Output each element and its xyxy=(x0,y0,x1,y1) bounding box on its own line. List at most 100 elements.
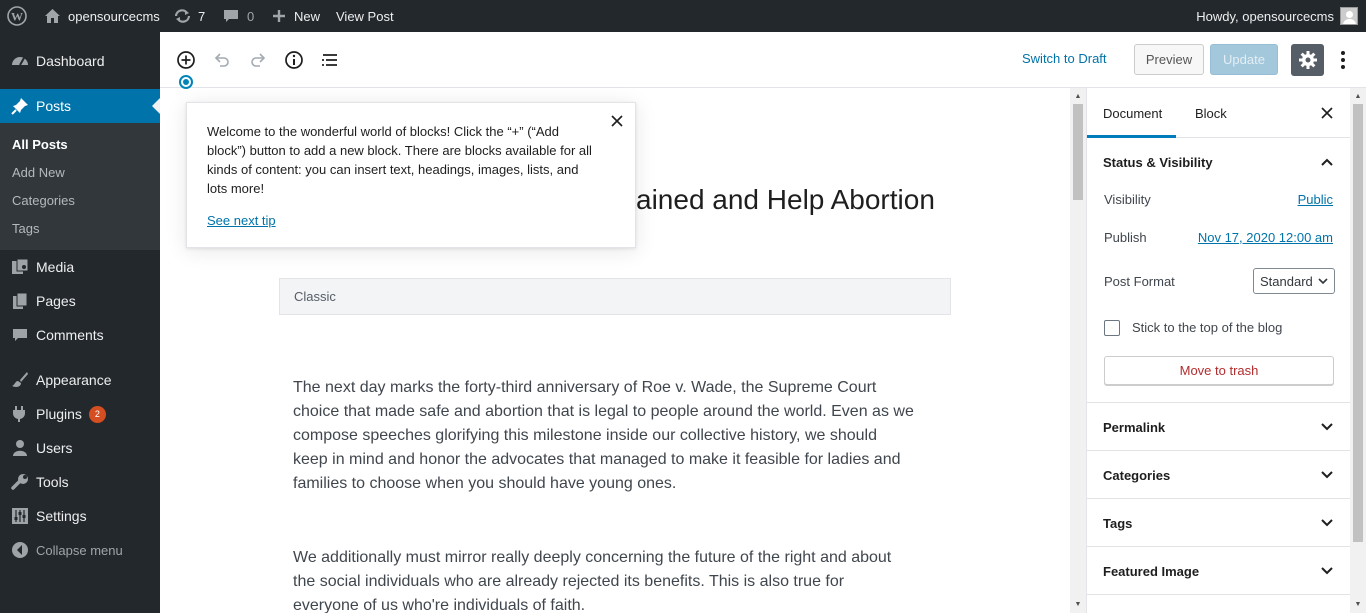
menu-comments-label: Comments xyxy=(36,327,104,343)
see-next-tip-link[interactable]: See next tip xyxy=(207,213,276,228)
updates-icon xyxy=(173,8,192,24)
menu-media[interactable]: Media xyxy=(0,250,160,284)
tip-line: Welcome to the wonderful world of blocks… xyxy=(207,124,559,139)
posts-submenu: All Posts Add New Categories Tags xyxy=(0,123,160,250)
chevron-down-icon[interactable] xyxy=(1319,515,1335,531)
panel-divider xyxy=(1087,594,1351,595)
switch-to-draft-button[interactable]: Switch to Draft xyxy=(1022,51,1107,66)
tags-panel-heading[interactable]: Tags xyxy=(1103,516,1132,531)
my-account-link[interactable]: Howdy, opensourcecms xyxy=(1196,0,1358,32)
visibility-toggle[interactable]: Public xyxy=(1298,192,1333,207)
menu-users[interactable]: Users xyxy=(0,431,160,465)
menu-appearance[interactable]: Appearance xyxy=(0,363,160,397)
panel-divider xyxy=(1087,450,1351,451)
site-name-label: opensourcecms xyxy=(68,8,160,24)
welcome-tip-popover: Welcome to the wonderful world of blocks… xyxy=(186,102,636,248)
post-title[interactable]: ained and Help Abortion xyxy=(636,184,935,216)
updates-link[interactable]: 7 xyxy=(173,0,205,32)
menu-tools[interactable]: Tools xyxy=(0,465,160,499)
menu-dashboard-label: Dashboard xyxy=(36,53,105,69)
submenu-categories[interactable]: Categories xyxy=(12,193,75,208)
undo-button[interactable] xyxy=(210,48,234,72)
featured-image-panel-heading[interactable]: Featured Image xyxy=(1103,564,1199,579)
menu-pages-label: Pages xyxy=(36,293,76,309)
content-info-button[interactable] xyxy=(282,48,306,72)
view-post-link[interactable]: View Post xyxy=(336,0,394,32)
gear-icon xyxy=(1298,51,1317,69)
paragraph-line: the social individuals who are already r… xyxy=(293,573,845,590)
menu-dashboard[interactable]: Dashboard xyxy=(0,44,160,78)
redo-button[interactable] xyxy=(246,48,270,72)
scroll-up-arrow-icon[interactable]: ▲ xyxy=(1070,90,1086,102)
admin-menu: Dashboard Posts All Posts Add New Catego… xyxy=(0,32,160,613)
categories-panel-heading[interactable]: Categories xyxy=(1103,468,1170,483)
submenu-tags[interactable]: Tags xyxy=(12,221,39,236)
move-to-trash-button[interactable]: Move to trash xyxy=(1104,356,1334,385)
chevron-down-icon[interactable] xyxy=(1319,563,1335,579)
menu-posts[interactable]: Posts xyxy=(0,89,160,123)
post-format-select[interactable]: Standard xyxy=(1253,268,1335,294)
howdy-label: Howdy, opensourcecms xyxy=(1196,8,1334,24)
tab-document-label: Document xyxy=(1103,105,1163,121)
collapse-arrow-icon xyxy=(10,540,30,560)
add-block-button[interactable] xyxy=(174,48,198,72)
paragraph-1[interactable]: The next day marks the forty-third anniv… xyxy=(293,376,943,496)
permalink-panel-heading[interactable]: Permalink xyxy=(1103,420,1165,435)
preview-button[interactable]: Preview xyxy=(1134,44,1204,75)
status-visibility-heading[interactable]: Status & Visibility xyxy=(1103,155,1213,170)
menu-appearance-label: Appearance xyxy=(36,372,112,388)
new-content-link[interactable]: New xyxy=(272,0,320,32)
comments-link[interactable]: 0 xyxy=(223,0,254,32)
chevron-down-icon xyxy=(1318,278,1328,285)
menu-comments[interactable]: Comments xyxy=(0,318,160,352)
publish-date-toggle[interactable]: Nov 17, 2020 12:00 am xyxy=(1198,230,1333,245)
block-navigation-button[interactable] xyxy=(318,48,342,72)
new-label: New xyxy=(294,8,321,24)
add-block-icon xyxy=(177,51,195,69)
content-scrollbar-thumb[interactable] xyxy=(1073,104,1083,200)
tab-document[interactable]: Document xyxy=(1087,88,1177,138)
chevron-down-icon[interactable] xyxy=(1319,467,1335,483)
pushpin-icon xyxy=(10,96,30,116)
paragraph-line: compose speeches glorifying this milesto… xyxy=(293,427,877,444)
menu-settings[interactable]: Settings xyxy=(0,499,160,533)
menu-plugins[interactable]: Plugins 2 xyxy=(0,397,160,431)
info-icon xyxy=(285,51,303,69)
settings-toggle-button[interactable] xyxy=(1291,44,1324,76)
update-button[interactable]: Update xyxy=(1210,44,1278,75)
submenu-all-posts[interactable]: All Posts xyxy=(12,137,68,152)
tip-close-button[interactable] xyxy=(609,113,625,129)
tip-line: kinds of content: you can insert text, h… xyxy=(207,162,579,177)
wrench-icon xyxy=(10,472,30,492)
menu-pages[interactable]: Pages xyxy=(0,284,160,318)
sticky-checkbox[interactable] xyxy=(1104,320,1120,336)
classic-block-toolbar[interactable]: Classic xyxy=(279,278,951,315)
avatar xyxy=(1340,7,1358,25)
paragraph-line: families to choose when you should have … xyxy=(293,475,677,492)
more-tools-button[interactable] xyxy=(1336,48,1350,72)
close-sidebar-button[interactable] xyxy=(1319,105,1335,121)
chevron-down-icon[interactable] xyxy=(1319,419,1335,435)
tip-indicator-dot xyxy=(179,75,193,89)
scroll-up-arrow-icon[interactable]: ▲ xyxy=(1350,90,1366,102)
tab-block[interactable]: Block xyxy=(1195,88,1227,138)
scroll-down-arrow-icon[interactable]: ▼ xyxy=(1070,598,1086,610)
scroll-down-arrow-icon[interactable]: ▼ xyxy=(1350,598,1366,610)
panel-divider xyxy=(1087,546,1351,547)
panel-divider xyxy=(1087,498,1351,499)
paragraph-2[interactable]: We additionally must mirror really deepl… xyxy=(293,546,943,613)
sidebar-scrollbar[interactable]: ▲ ▼ xyxy=(1350,88,1366,613)
paragraph-line: The next day marks the forty-third anniv… xyxy=(293,379,877,396)
content-scrollbar[interactable]: ▲ ▼ xyxy=(1070,88,1086,613)
undo-icon xyxy=(214,53,229,67)
sidebar-scrollbar-thumb[interactable] xyxy=(1353,104,1363,542)
wordpress-logo-icon[interactable]: W xyxy=(7,0,27,32)
submenu-add-new[interactable]: Add New xyxy=(12,165,65,180)
comments-count: 0 xyxy=(247,8,255,24)
chevron-up-icon[interactable] xyxy=(1319,154,1335,170)
tip-text: Welcome to the wonderful world of blocks… xyxy=(207,122,607,198)
site-name-link[interactable]: opensourcecms xyxy=(44,0,160,32)
paragraph-line: everyone of us who're individuals of fai… xyxy=(293,597,586,613)
visibility-label: Visibility xyxy=(1104,192,1151,207)
collapse-menu-button[interactable]: Collapse menu xyxy=(0,533,160,567)
